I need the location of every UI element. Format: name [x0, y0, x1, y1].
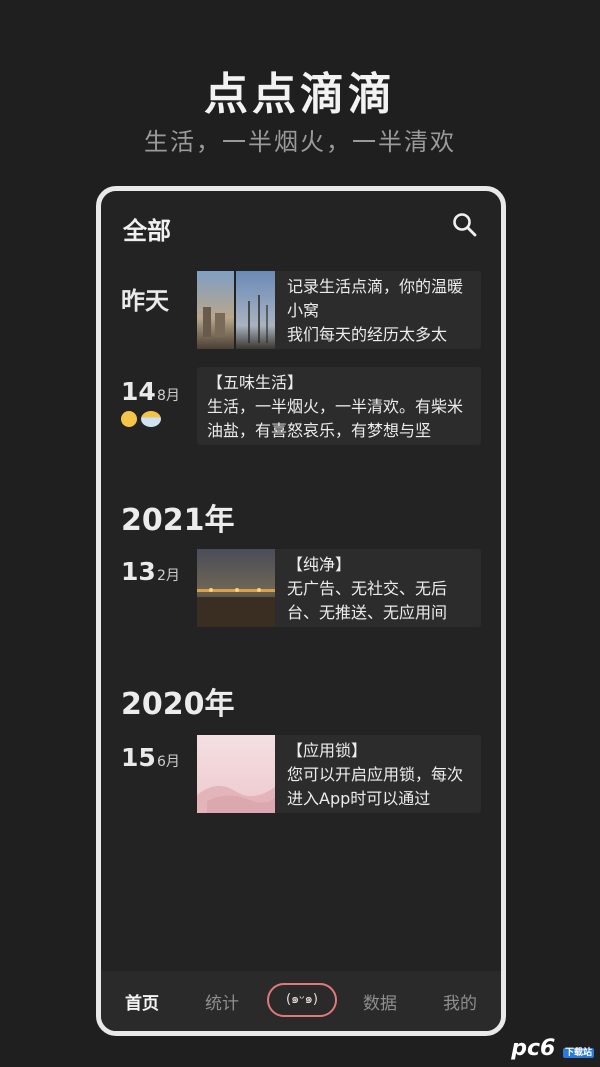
entry-photo — [197, 549, 275, 627]
tab-me[interactable]: 我的 — [443, 989, 477, 1014]
entry-card[interactable]: 【纯净】 无广告、无社交、无后台、无推送、无应用间 — [197, 549, 481, 627]
page-title: 全部 — [123, 217, 171, 245]
entry-photo — [197, 271, 275, 349]
entry-card[interactable]: 【五味生活】 生活，一半烟火，一半清欢。有柴米油盐，有喜怒哀乐，有梦想与坚 — [197, 367, 481, 445]
watermark: pc6 下载站 — [511, 1036, 594, 1061]
entry-card[interactable]: 【应用锁】 您可以开启应用锁，每次进入App时可以通过 — [197, 735, 481, 813]
promo-title: 点点滴滴 — [204, 69, 396, 120]
entry-day: 14 — [121, 377, 156, 406]
entry-text: 【纯净】 无广告、无社交、无后台、无推送、无应用间 — [287, 555, 448, 622]
partly-cloudy-icon — [141, 411, 161, 427]
promo-subtitle: 生活，一半烟火，一半清欢 — [144, 128, 456, 156]
add-entry-button[interactable]: (๑ᵕ๑) — [267, 983, 337, 1017]
entry-month: 6月 — [157, 754, 180, 770]
entry-day: 13 — [121, 557, 156, 586]
entry-date: 昨天 — [121, 287, 169, 315]
entry-day: 15 — [121, 743, 156, 772]
entry-text: 记录生活点滴，你的温暖小窝 我们每天的经历太多太 — [287, 277, 464, 344]
bottom-tab-bar: 首页 统计 (๑ᵕ๑) 数据 我的 — [101, 971, 501, 1031]
entry-month: 2月 — [157, 568, 180, 584]
tab-data[interactable]: 数据 — [363, 989, 397, 1014]
entry-photo — [197, 735, 275, 813]
tab-stats[interactable]: 统计 — [205, 989, 239, 1014]
watermark-text: pc6 — [511, 1036, 556, 1061]
entry-text: 【应用锁】 您可以开启应用锁，每次进入App时可以通过 — [287, 741, 464, 808]
phone-frame: 全部 昨天 记录生活点滴，你的温暖小窝 我们每天的经历太多太 14 8月 【五味… — [96, 186, 506, 1036]
smile-emoji-icon — [121, 411, 137, 427]
watermark-badge: 下载站 — [562, 1048, 594, 1058]
search-button[interactable] — [451, 211, 479, 239]
search-icon — [453, 213, 477, 237]
tab-home[interactable]: 首页 — [125, 989, 159, 1014]
entry-card[interactable]: 记录生活点滴，你的温暖小窝 我们每天的经历太多太 — [197, 271, 481, 349]
year-heading: 2021年 — [121, 503, 235, 538]
entry-month: 8月 — [157, 388, 180, 404]
year-heading: 2020年 — [121, 687, 235, 722]
entry-text: 【五味生活】 生活，一半烟火，一半清欢。有柴米油盐，有喜怒哀乐，有梦想与坚 — [207, 373, 464, 440]
